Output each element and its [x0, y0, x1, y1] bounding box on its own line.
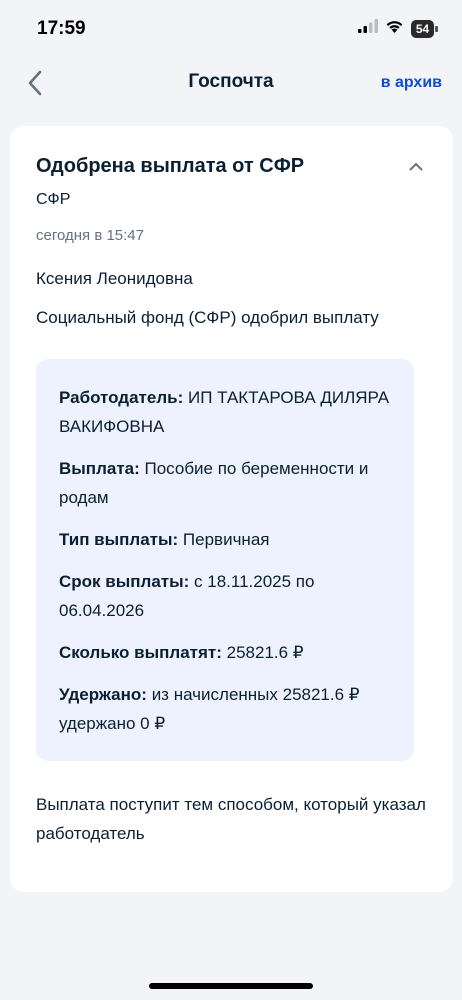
archive-button[interactable]: в архив [381, 74, 442, 92]
status-bar: 17:59 54 [0, 0, 462, 58]
wifi-icon [385, 19, 404, 38]
payment-details-box: Работодатель: ИП ТАКТАРОВА ДИЛЯРА ВАКИФО… [36, 359, 414, 761]
detail-payment-type: Тип выплаты: Первичная [59, 530, 270, 549]
home-indicator[interactable] [149, 983, 313, 989]
detail-amount: Сколько выплатят: 25821.6 ₽ [59, 643, 304, 662]
message-card: Одобрена выплата от СФР СФР сегодня в 15… [10, 126, 453, 892]
message-date: сегодня в 15:47 [36, 227, 144, 244]
message-sender: СФР [36, 191, 71, 208]
battery-icon: 54 [411, 19, 438, 38]
message-title: Одобрена выплата от СФР [36, 155, 305, 177]
chevron-up-icon[interactable] [409, 158, 423, 176]
nav-bar: Госпочта в архив [0, 58, 462, 108]
status-time: 17:59 [37, 18, 86, 39]
payment-footer-note: Выплата поступит тем способом, который у… [36, 795, 426, 843]
detail-payment: Выплата: Пособие по беременности и родам [59, 459, 369, 507]
recipient-name: Ксения Леонидовна [36, 269, 193, 288]
detail-payment-period: Срок выплаты: с 18.11.2025 по 06.04.2026 [59, 572, 315, 620]
message-lead: Социальный фонд (СФР) одобрил выплату [36, 308, 379, 327]
detail-withheld: Удержано: из начисленных 25821.6 ₽ удерж… [59, 685, 360, 733]
cellular-signal-icon [358, 19, 378, 38]
battery-level: 54 [411, 19, 434, 38]
detail-employer: Работодатель: ИП ТАКТАРОВА ДИЛЯРА ВАКИФО… [59, 388, 390, 436]
status-icons: 54 [358, 19, 438, 38]
